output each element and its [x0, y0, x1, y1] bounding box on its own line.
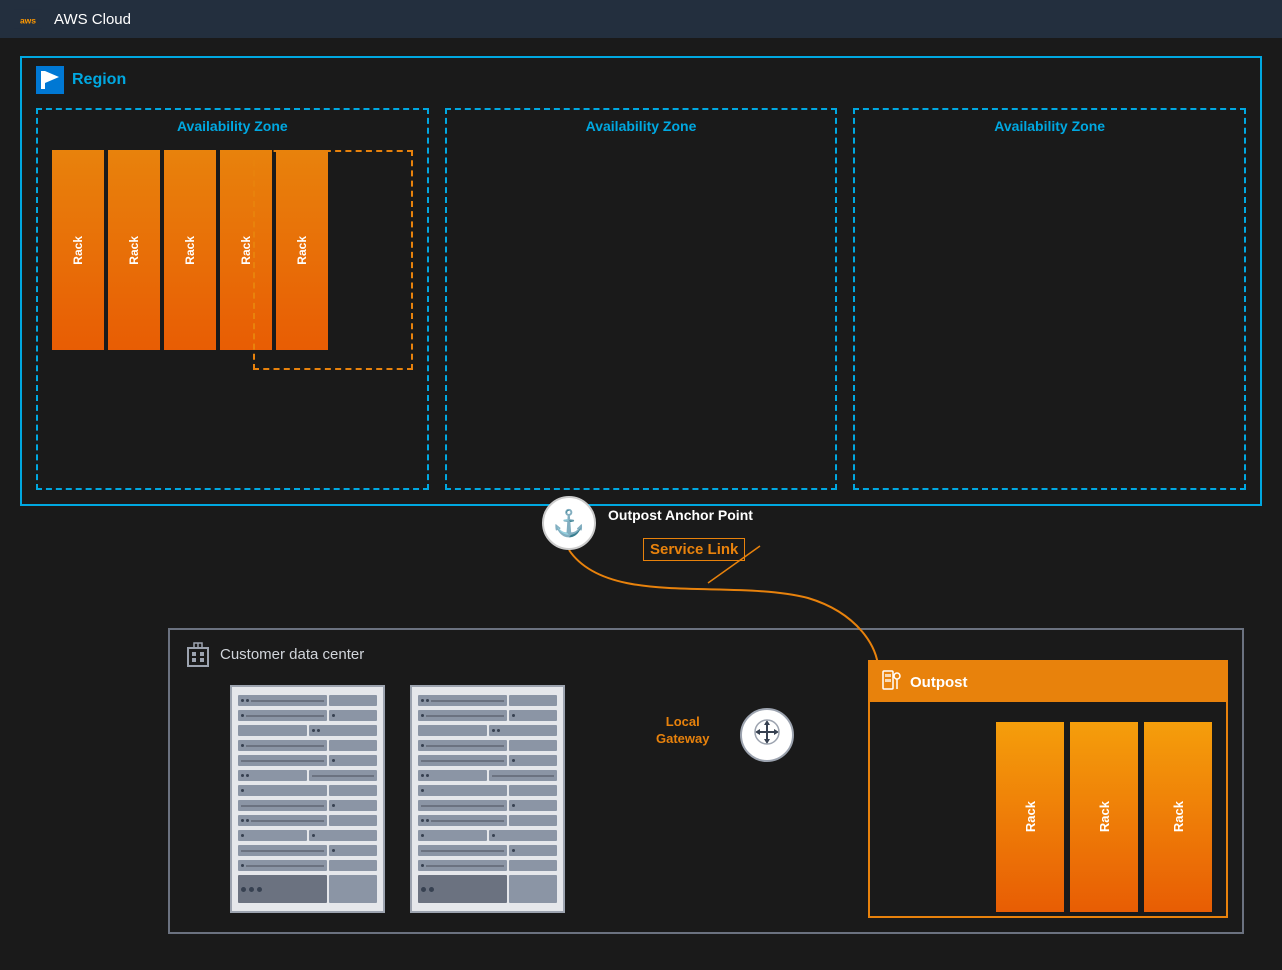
az-container: Availability Zone Rack Rack Rack Rack Ra…	[36, 108, 1246, 490]
service-link-label: Service Link	[643, 538, 745, 561]
rack-1: Rack	[52, 150, 104, 350]
aws-logo-icon: aws	[12, 9, 44, 29]
outpost-icon	[880, 669, 902, 696]
local-gateway-icon	[753, 718, 781, 752]
outpost-rack-1: Rack	[996, 722, 1064, 912]
region-label: Region	[72, 71, 126, 89]
outpost-anchor-label: Outpost Anchor Point	[608, 507, 753, 523]
datacenter-header: Customer data center	[184, 640, 364, 668]
az-box-2: Availability Zone	[445, 108, 838, 490]
region-box: Region Availability Zone Rack Rack Rack …	[20, 56, 1262, 506]
local-gateway-circle	[740, 708, 794, 762]
datacenter-label: Customer data center	[220, 646, 364, 663]
outpost-rack-3: Rack	[1144, 722, 1212, 912]
server-rack-group-1	[230, 685, 385, 913]
az-box-1: Availability Zone Rack Rack Rack Rack Ra…	[36, 108, 429, 490]
az-label-1: Availability Zone	[177, 118, 288, 134]
datacenter-box: Customer data center	[168, 628, 1244, 934]
az-label-3: Availability Zone	[994, 118, 1105, 134]
region-icon	[36, 66, 64, 94]
local-gateway-label: LocalGateway	[656, 714, 709, 748]
datacenter-icon	[184, 640, 212, 668]
outpost-racks: Rack Rack Rack	[996, 722, 1212, 912]
az-box-3: Availability Zone	[853, 108, 1246, 490]
outpost-label: Outpost	[910, 674, 968, 691]
aws-cloud-label: AWS Cloud	[54, 11, 131, 28]
outpost-anchor-circle: ⚓	[542, 496, 596, 550]
outpost-rack-2: Rack	[1070, 722, 1138, 912]
outpost-header: Outpost	[870, 662, 1226, 702]
region-header: Region	[36, 66, 126, 94]
outpost-box: Outpost Rack Rack Rack	[868, 660, 1228, 918]
rack-2: Rack	[108, 150, 160, 350]
server-rack-group-2	[410, 685, 565, 913]
aws-top-bar: aws AWS Cloud	[0, 0, 1282, 38]
svg-text:aws: aws	[20, 15, 36, 25]
aws-cloud-container: Region Availability Zone Rack Rack Rack …	[8, 8, 1274, 954]
outpost-dashed-area	[253, 150, 413, 370]
rack-3: Rack	[164, 150, 216, 350]
az-label-2: Availability Zone	[586, 118, 697, 134]
anchor-icon: ⚓	[553, 508, 585, 539]
